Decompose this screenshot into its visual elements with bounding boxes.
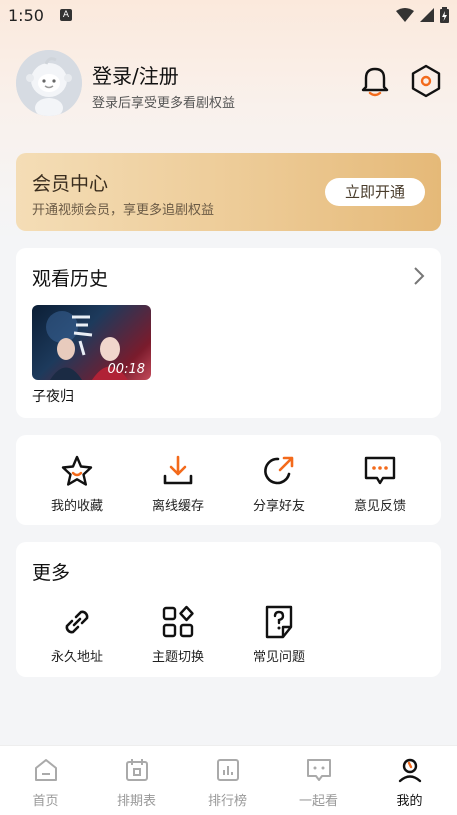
star-icon: [61, 455, 93, 486]
tab-profile-label: 我的: [396, 794, 423, 809]
tab-home[interactable]: 首页: [0, 756, 91, 809]
home-icon: [34, 759, 57, 781]
bottom-tab-bar: 首页 排期表 排行榜 一起看 我的: [0, 745, 457, 815]
download-icon: [163, 455, 193, 485]
wifi-icon: [396, 8, 414, 22]
feedback-icon: [364, 456, 396, 485]
login-register-link[interactable]: 登录/注册: [92, 60, 179, 89]
signal-icon: [420, 8, 434, 22]
history-item-title[interactable]: 子夜归: [32, 386, 74, 406]
profile-icon: [398, 758, 421, 783]
watch-history-card: 观看历史 00:18 子夜归: [16, 248, 441, 418]
feedback-label: 意见反馈: [353, 499, 406, 514]
link-icon: [65, 610, 89, 634]
status-time: 1:50: [8, 6, 44, 25]
tab-ranking-label: 排行榜: [207, 794, 247, 809]
notification-button[interactable]: [360, 65, 390, 101]
bell-icon: [361, 67, 389, 97]
more-card: 更多 永久地址 主题切换 常见问题: [16, 542, 441, 677]
default-avatar-icon: [16, 50, 82, 116]
battery-icon: [440, 7, 449, 23]
history-item-time: 00:18: [107, 362, 145, 377]
login-subtitle: 登录后享受更多看剧权益: [92, 96, 236, 111]
actions-card: 我的收藏 离线缓存 分享好友 意见反馈: [16, 435, 441, 525]
permanent-address-label: 永久地址: [50, 650, 103, 665]
notification-a-icon: A: [60, 9, 72, 21]
calendar-icon: [125, 759, 148, 781]
vip-center-card[interactable]: 会员中心 开通视频会员，享更多追剧权益 立即开通: [16, 153, 441, 231]
share-button[interactable]: 分享好友: [229, 453, 329, 514]
settings-hex-icon: [411, 64, 441, 98]
tab-watch-together-label: 一起看: [298, 794, 338, 809]
theme-switch-label: 主题切换: [151, 650, 204, 665]
favorites-label: 我的收藏: [50, 499, 103, 514]
vip-title: 会员中心: [32, 173, 109, 195]
avatar[interactable]: [16, 50, 82, 116]
share-label: 分享好友: [252, 499, 305, 514]
tab-ranking[interactable]: 排行榜: [182, 756, 273, 809]
faq-label: 常见问题: [252, 650, 305, 665]
status-bar: 1:50 A: [0, 0, 457, 32]
tab-home-label: 首页: [32, 794, 59, 809]
settings-button[interactable]: [410, 64, 442, 102]
chevron-right-icon: [414, 267, 425, 285]
tab-schedule-label: 排期表: [116, 794, 156, 809]
more-title: 更多: [32, 562, 71, 584]
ranking-icon: [216, 759, 239, 781]
permanent-address-button[interactable]: 永久地址: [27, 604, 127, 665]
profile-section[interactable]: 登录/注册 登录后享受更多看剧权益: [16, 50, 442, 116]
tab-profile[interactable]: 我的: [364, 756, 455, 809]
share-icon: [264, 456, 294, 485]
theme-switch-button[interactable]: 主题切换: [128, 604, 228, 665]
watch-together-icon: [306, 759, 331, 781]
tab-schedule[interactable]: 排期表: [91, 756, 182, 809]
faq-button[interactable]: 常见问题: [229, 604, 329, 665]
history-title: 观看历史: [32, 268, 109, 290]
offline-cache-label: 离线缓存: [151, 499, 204, 514]
open-vip-button[interactable]: 立即开通: [325, 178, 425, 206]
faq-icon: [265, 605, 293, 639]
vip-subtitle: 开通视频会员，享更多追剧权益: [32, 203, 215, 218]
tab-watch-together[interactable]: 一起看: [273, 756, 364, 809]
status-icons: [396, 7, 449, 23]
feedback-button[interactable]: 意见反馈: [330, 453, 430, 514]
theme-icon: [162, 605, 194, 638]
favorites-button[interactable]: 我的收藏: [27, 453, 127, 514]
offline-cache-button[interactable]: 离线缓存: [128, 453, 228, 514]
history-item-thumbnail[interactable]: 00:18: [32, 305, 151, 380]
history-more-button[interactable]: [413, 266, 425, 290]
